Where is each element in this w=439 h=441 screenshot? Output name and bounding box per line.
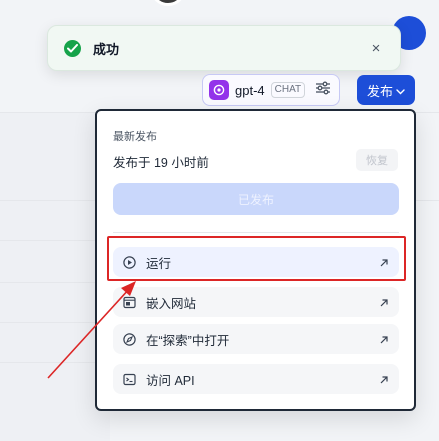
- arrow-up-right-icon: [379, 257, 389, 267]
- publish-button-label: 发布: [366, 83, 393, 99]
- publish-dropdown: 最新发布 发布于 19 小时前 恢复 已发布 运行 嵌入网站 在“探索”中打开 …: [95, 109, 416, 411]
- menu-item-label: 嵌入网站: [146, 296, 197, 311]
- openai-icon: [209, 80, 229, 100]
- publish-button[interactable]: 发布: [357, 75, 415, 105]
- published-button[interactable]: 已发布: [113, 183, 399, 215]
- arrow-up-right-icon: [379, 334, 389, 344]
- restore-button[interactable]: 恢复: [356, 149, 398, 171]
- toast-close-button[interactable]: ×: [366, 40, 386, 57]
- background-divider: [0, 322, 110, 323]
- background-panel: [0, 112, 110, 441]
- check-circle-icon: [64, 39, 81, 57]
- menu-item-open-in-explore[interactable]: 在“探索”中打开: [113, 324, 399, 354]
- chevron-down-icon: [396, 83, 405, 98]
- settings-sliders-icon[interactable]: [315, 81, 331, 100]
- avatar[interactable]: [150, 0, 186, 6]
- background-divider: [0, 282, 110, 283]
- menu-item-embed[interactable]: 嵌入网站: [113, 287, 399, 317]
- background-divider: [0, 240, 110, 241]
- divider: [113, 232, 399, 233]
- app-screen: 成功 × gpt-4 CHAT 发布 最新发布 发布于 19 小时前 恢复 已发…: [0, 0, 439, 441]
- model-name: gpt-4: [235, 82, 265, 98]
- arrow-up-right-icon: [379, 374, 389, 384]
- toast-title: 成功: [93, 41, 120, 57]
- menu-item-access-api[interactable]: 访问 API: [113, 364, 399, 394]
- success-toast: 成功 ×: [47, 25, 401, 71]
- menu-item-run[interactable]: 运行: [113, 247, 399, 277]
- latest-publish-label: 最新发布: [113, 131, 157, 143]
- menu-item-label: 运行: [146, 256, 172, 271]
- play-circle-icon: [123, 255, 136, 269]
- compass-icon: [123, 332, 136, 346]
- model-selector[interactable]: gpt-4 CHAT: [202, 74, 340, 106]
- background-divider: [0, 362, 110, 363]
- arrow-up-right-icon: [379, 297, 389, 307]
- embed-window-icon: [123, 296, 136, 309]
- terminal-icon: [123, 373, 136, 386]
- published-time: 发布于 19 小时前: [113, 156, 209, 170]
- model-type-badge: CHAT: [270, 82, 306, 98]
- menu-item-label: 在“探索”中打开: [146, 333, 230, 348]
- menu-item-label: 访问 API: [146, 373, 195, 388]
